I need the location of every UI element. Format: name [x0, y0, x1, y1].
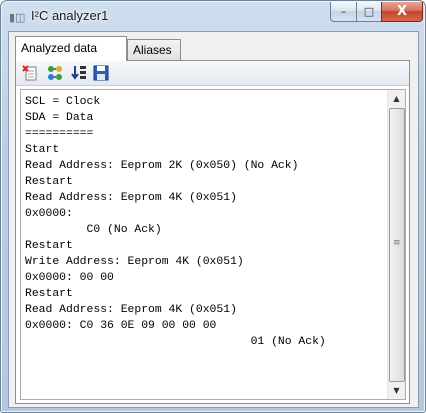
sort-icon[interactable]	[70, 64, 88, 82]
maximize-button[interactable]: □	[356, 2, 382, 22]
tab-analyzed-data[interactable]: Analyzed data	[15, 36, 127, 61]
log-line: ==========	[25, 128, 94, 140]
log-line: Read Address: Eeprom 4K (0x051)	[25, 192, 237, 204]
log-line: Write Address: Eeprom 4K (0x051)	[25, 256, 244, 268]
log-line: Read Address: Eeprom 4K (0x051)	[25, 304, 237, 316]
scroll-up-arrow-icon[interactable]: ▲	[388, 90, 405, 107]
scroll-down-arrow-icon[interactable]: ▼	[388, 382, 405, 399]
app-icon[interactable]: ▮◫	[9, 11, 25, 25]
log-line: 0x0000: 00 00	[25, 272, 114, 284]
vertical-scrollbar[interactable]: ▲ ≡ ▼	[387, 90, 405, 399]
log-line: 0x0000:	[25, 208, 73, 220]
log-line: SDA = Data	[25, 112, 94, 124]
scrollbar-thumb[interactable]: ≡	[389, 108, 405, 382]
toolbar	[16, 61, 409, 86]
analyzer-window: ▮◫ I²C analyzer1 – □ X Analyzed data Ali…	[0, 0, 426, 413]
analyzed-data-panel: SCL = Clock SDA = Data ========== Start …	[15, 60, 410, 404]
swap-icon[interactable]	[46, 64, 64, 82]
log-line: 01 (No Ack)	[25, 336, 326, 348]
log-textbox[interactable]: SCL = Clock SDA = Data ========== Start …	[20, 89, 406, 400]
log-line: Read Address: Eeprom 2K (0x050) (No Ack)	[25, 160, 299, 172]
window-title: I²C analyzer1	[31, 8, 109, 23]
minimize-button[interactable]: –	[330, 2, 357, 22]
title-bar[interactable]: ▮◫ I²C analyzer1 – □ X	[1, 1, 425, 31]
clear-log-icon[interactable]	[21, 64, 39, 82]
log-line: Start	[25, 144, 60, 156]
save-icon[interactable]	[92, 64, 110, 82]
log-line: Restart	[25, 288, 73, 300]
close-button[interactable]: X	[381, 2, 423, 22]
client-area: Analyzed data Aliases SCL = Clock SDA = …	[8, 31, 419, 408]
log-line: SCL = Clock	[25, 96, 101, 108]
tab-aliases[interactable]: Aliases	[127, 39, 181, 60]
log-lines: SCL = Clock SDA = Data ========== Start …	[25, 94, 326, 350]
tab-strip: Analyzed data Aliases	[9, 36, 418, 61]
log-line: C0 (No Ack)	[25, 224, 162, 236]
log-line: Restart	[25, 176, 73, 188]
grip-icon: ≡	[393, 238, 401, 248]
log-line: Restart	[25, 240, 73, 252]
log-line: 0x0000: C0 36 0E 09 00 00 00	[25, 320, 217, 332]
